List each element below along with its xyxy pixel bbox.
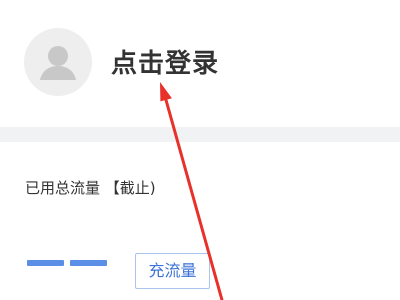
login-link[interactable]: 点击登录	[111, 44, 219, 84]
screen: 点击登录 已用总流量 【截止) 充流量	[0, 0, 400, 300]
user-silhouette-icon	[40, 46, 76, 80]
section-divider	[0, 127, 400, 142]
avatar[interactable]	[24, 28, 92, 96]
recharge-data-button[interactable]: 充流量	[135, 253, 210, 289]
usage-total-label: 已用总流量 【截止)	[25, 179, 156, 197]
usage-value-dash	[27, 260, 64, 266]
usage-value-placeholder	[27, 255, 111, 269]
usage-value-dash	[70, 260, 107, 266]
annotation-arrow-head	[160, 82, 172, 102]
